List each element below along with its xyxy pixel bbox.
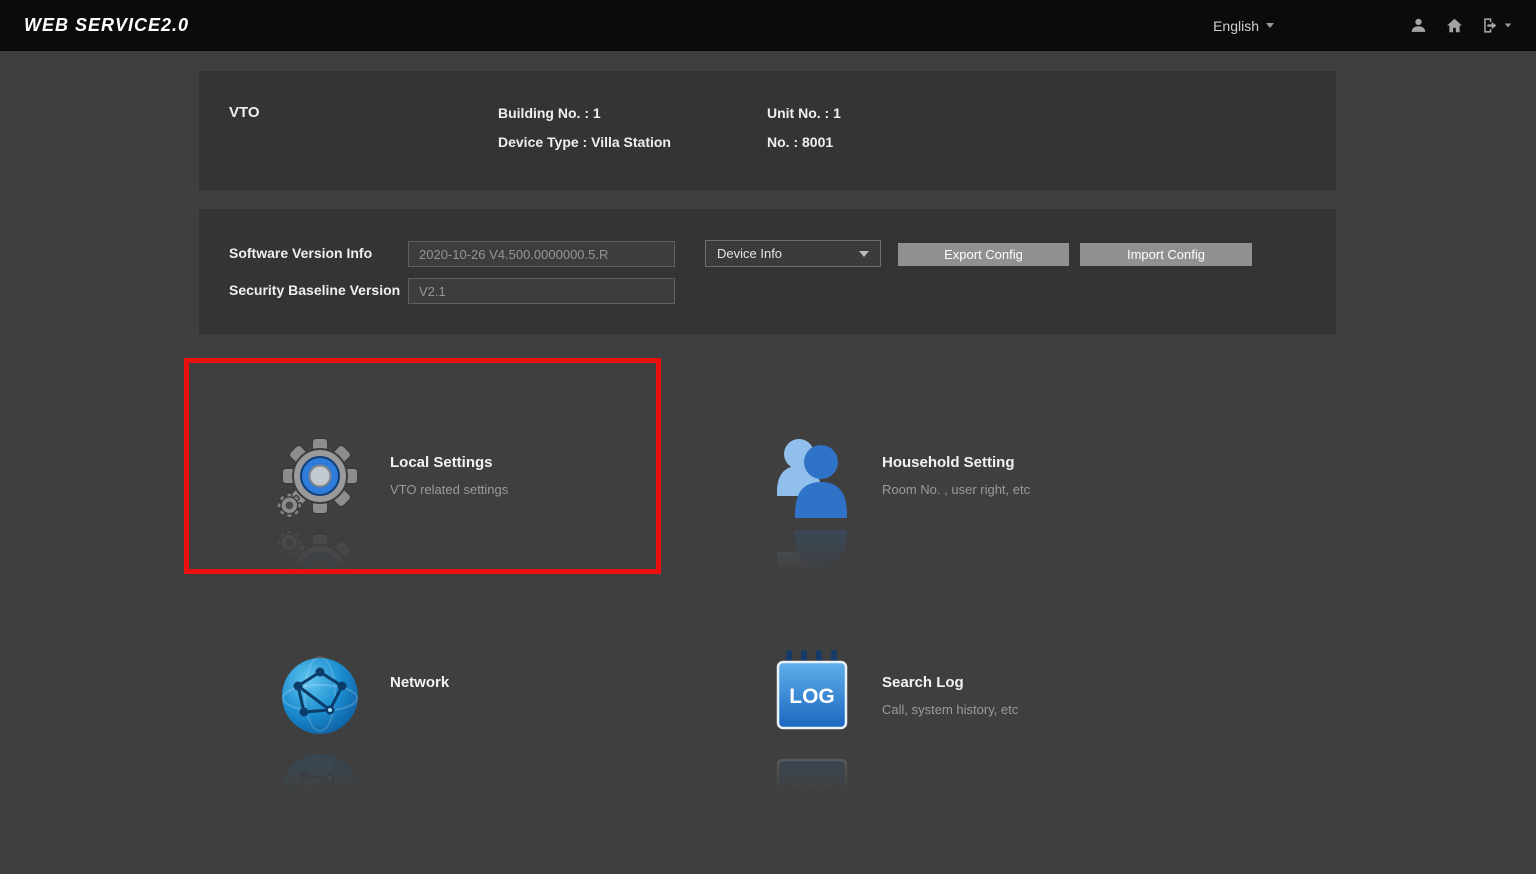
app-logo: WEB SERVICE2.0 bbox=[24, 15, 189, 36]
unit-no: Unit No. : 1 bbox=[767, 104, 841, 122]
language-selector[interactable]: English bbox=[1213, 18, 1274, 34]
tile-title: Search Log bbox=[882, 674, 1018, 691]
tile-title: Network bbox=[390, 674, 449, 691]
tile-title: Local Settings bbox=[390, 454, 508, 471]
building-no: Building No. : 1 bbox=[498, 104, 671, 122]
logout-icon[interactable] bbox=[1481, 16, 1512, 35]
tile-network[interactable]: Network bbox=[272, 648, 449, 744]
log-icon: LOG LOG bbox=[764, 648, 860, 744]
language-label: English bbox=[1213, 18, 1259, 34]
gear-icon bbox=[272, 428, 368, 524]
device-info-panel: VTO Building No. : 1 Device Type : Villa… bbox=[199, 71, 1336, 190]
security-baseline-field[interactable] bbox=[408, 278, 675, 304]
software-version-label: Software Version Info bbox=[229, 245, 372, 261]
tile-text: Household Setting Room No. , user right,… bbox=[882, 454, 1030, 498]
tile-household-setting[interactable]: Household Setting Room No. , user right,… bbox=[764, 428, 1030, 524]
web-service-page: WEB SERVICE2.0 English VTO Building No. … bbox=[0, 0, 1536, 874]
security-baseline-label: Security Baseline Version bbox=[229, 282, 400, 298]
svg-text:LOG: LOG bbox=[789, 685, 835, 708]
export-config-button[interactable]: Export Config bbox=[898, 243, 1069, 266]
device-info-dropdown[interactable]: Device Info bbox=[705, 240, 881, 267]
chevron-down-icon bbox=[1505, 24, 1511, 28]
device-info-col1: Building No. : 1 Device Type : Villa Sta… bbox=[498, 104, 671, 162]
device-type: Device Type : Villa Station bbox=[498, 133, 671, 151]
software-version-field[interactable] bbox=[408, 241, 675, 267]
tile-search-log[interactable]: LOG LOG Search Log bbox=[764, 648, 1018, 744]
home-icon[interactable] bbox=[1445, 16, 1464, 35]
chevron-down-icon bbox=[859, 251, 869, 257]
device-info-dropdown-value: Device Info bbox=[717, 246, 782, 261]
tile-subtitle: VTO related settings bbox=[390, 482, 508, 498]
version-panel: Software Version Info Security Baseline … bbox=[199, 209, 1336, 334]
top-bar-actions: English bbox=[1213, 16, 1512, 35]
tile-text: Search Log Call, system history, etc bbox=[882, 674, 1018, 718]
import-config-button[interactable]: Import Config bbox=[1080, 243, 1252, 266]
device-name: VTO bbox=[229, 104, 260, 121]
svg-text:LOG: LOG bbox=[789, 780, 835, 803]
tile-subtitle: Call, system history, etc bbox=[882, 702, 1018, 718]
device-info-col2: Unit No. : 1 No. : 8001 bbox=[767, 104, 841, 162]
people-icon bbox=[764, 428, 860, 524]
tile-text: Local Settings VTO related settings bbox=[390, 454, 508, 498]
device-no: No. : 8001 bbox=[767, 133, 841, 151]
tile-title: Household Setting bbox=[882, 454, 1030, 471]
tile-subtitle: Room No. , user right, etc bbox=[882, 482, 1030, 498]
chevron-down-icon bbox=[1266, 23, 1274, 28]
top-bar: WEB SERVICE2.0 English bbox=[0, 0, 1536, 51]
tile-text: Network bbox=[390, 674, 449, 718]
globe-icon bbox=[272, 648, 368, 744]
user-icon[interactable] bbox=[1409, 16, 1428, 35]
tile-local-settings[interactable]: Local Settings VTO related settings bbox=[272, 428, 508, 524]
tile-subtitle bbox=[390, 702, 449, 718]
